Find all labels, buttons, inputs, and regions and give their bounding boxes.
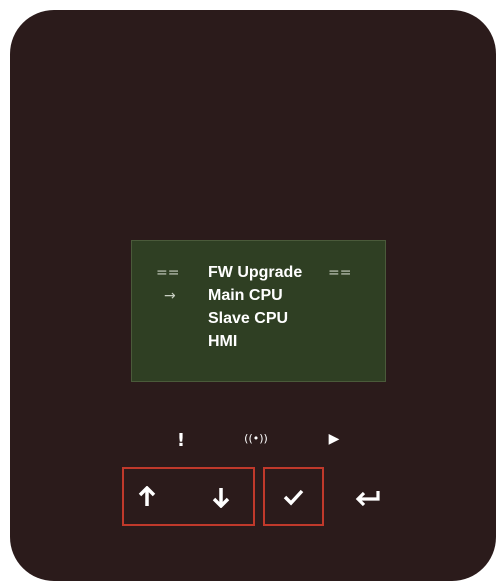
device-panel: == FW Upgrade == → Main CPU Slave CPU HM… bbox=[10, 10, 496, 581]
menu-item-label: Slave CPU bbox=[208, 310, 289, 327]
menu-item-slave-cpu[interactable]: Slave CPU bbox=[132, 309, 385, 329]
check-icon bbox=[282, 488, 304, 506]
up-arrow-icon bbox=[138, 486, 156, 508]
down-arrow-icon bbox=[212, 486, 230, 508]
lcd-header-row: == FW Upgrade == bbox=[132, 263, 385, 283]
alarm-indicator-icon: ! bbox=[176, 430, 186, 451]
menu-item-label: Main CPU bbox=[208, 287, 283, 304]
up-button[interactable] bbox=[131, 481, 163, 513]
menu-item-label: HMI bbox=[208, 333, 238, 350]
down-button[interactable] bbox=[205, 481, 237, 513]
menu-item-hmi[interactable]: HMI bbox=[132, 332, 385, 352]
confirm-button[interactable] bbox=[277, 481, 309, 513]
header-left-marker: == bbox=[156, 265, 180, 281]
menu-title: FW Upgrade bbox=[208, 264, 303, 281]
communication-indicator-icon: ((•)) bbox=[244, 432, 268, 445]
menu-item-main-cpu[interactable]: → Main CPU bbox=[132, 286, 385, 306]
enter-button[interactable] bbox=[350, 481, 386, 513]
run-indicator-icon: ▶ bbox=[328, 431, 340, 447]
selection-cursor: → bbox=[164, 288, 176, 304]
return-icon bbox=[355, 488, 381, 506]
lcd-display: == FW Upgrade == → Main CPU Slave CPU HM… bbox=[131, 240, 386, 382]
header-right-marker: == bbox=[328, 265, 352, 281]
